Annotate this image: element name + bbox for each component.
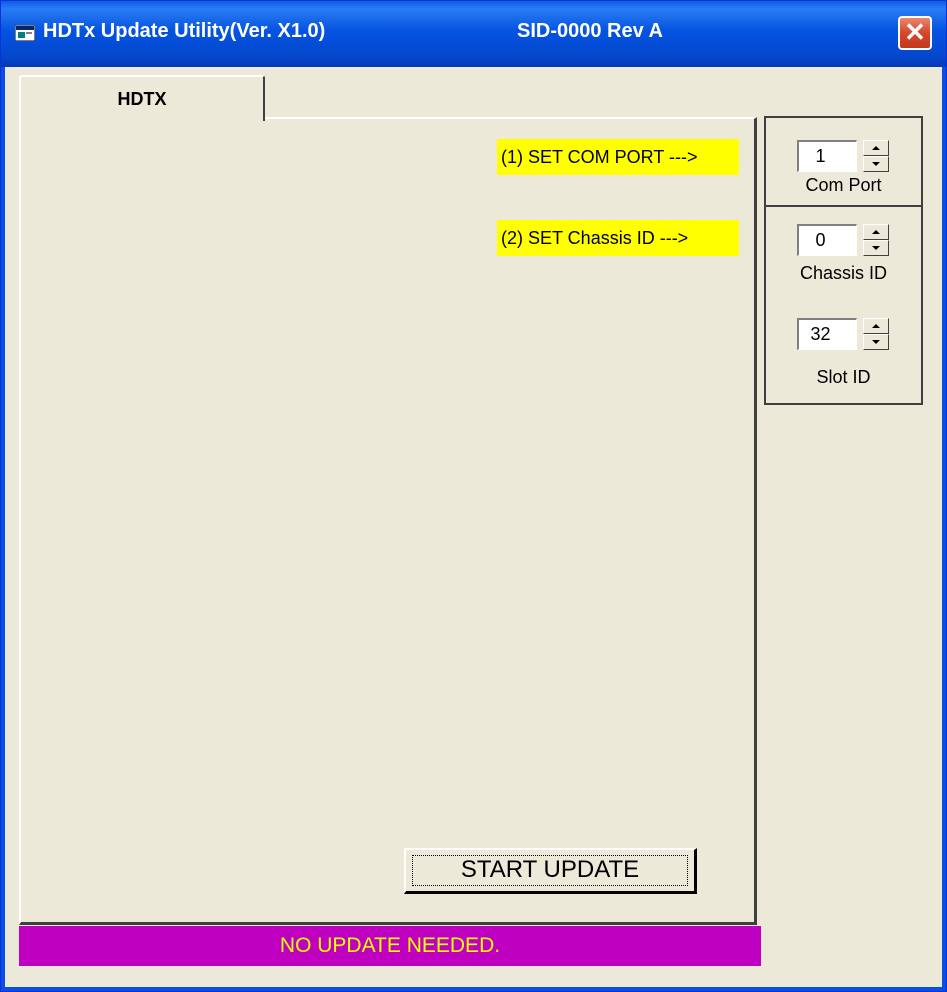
arrow-up-icon [872, 324, 880, 328]
window-border-bottom [1, 987, 946, 991]
tab-hdtx-label: HDTX [117, 89, 167, 109]
com-port-label: Com Port [805, 175, 882, 195]
hint-set-chassis-id: (2) SET Chassis ID ---> [497, 220, 739, 256]
arrow-up-icon [872, 146, 880, 150]
close-button[interactable]: ✕ [898, 16, 932, 50]
slot-id-down-button[interactable] [863, 334, 889, 350]
slot-id-spinner[interactable] [863, 318, 889, 350]
chassis-id-label: Chassis ID [799, 263, 888, 283]
arrow-down-icon [872, 340, 880, 344]
window-border-right [942, 67, 946, 991]
app-window-icon[interactable] [14, 24, 36, 42]
chassis-id-down-button[interactable] [863, 240, 889, 256]
title-bar[interactable]: HDTx Update Utility(Ver. X1.0) SID-0000 … [1, 1, 946, 67]
tab-hdtx[interactable]: HDTX [19, 75, 265, 121]
slot-id-label: Slot ID [816, 367, 871, 387]
chassis-id-spinner[interactable] [863, 224, 889, 256]
window-title: HDTx Update Utility(Ver. X1.0) [43, 20, 326, 42]
arrow-up-icon [872, 230, 880, 234]
arrow-down-icon [872, 246, 880, 250]
slot-id-up-button[interactable] [863, 318, 889, 334]
status-bar: NO UPDATE NEEDED. [19, 926, 761, 966]
chassis-id-input[interactable]: 0 [797, 224, 857, 256]
hint-set-com-port: (1) SET COM PORT ---> [497, 139, 739, 175]
start-update-label: START UPDATE [460, 856, 640, 883]
status-text: NO UPDATE NEEDED. [279, 934, 501, 957]
com-port-group: 1 Com Port [764, 116, 923, 207]
com-port-spinner[interactable] [863, 140, 889, 172]
start-update-button[interactable]: START UPDATE [404, 848, 697, 894]
app-window: HDTx Update Utility(Ver. X1.0) SID-0000 … [0, 0, 947, 992]
window-border-left [1, 67, 5, 991]
com-port-input[interactable]: 1 [797, 140, 857, 172]
window-subtitle: SID-0000 Rev A [517, 20, 663, 42]
close-icon: ✕ [904, 17, 926, 47]
com-port-down-button[interactable] [863, 156, 889, 172]
arrow-down-icon [872, 162, 880, 166]
chassis-id-up-button[interactable] [863, 224, 889, 240]
slot-id-input[interactable]: 32 [797, 318, 857, 350]
com-port-up-button[interactable] [863, 140, 889, 156]
id-group: 0 Chassis ID 32 Slot ID [764, 205, 923, 405]
